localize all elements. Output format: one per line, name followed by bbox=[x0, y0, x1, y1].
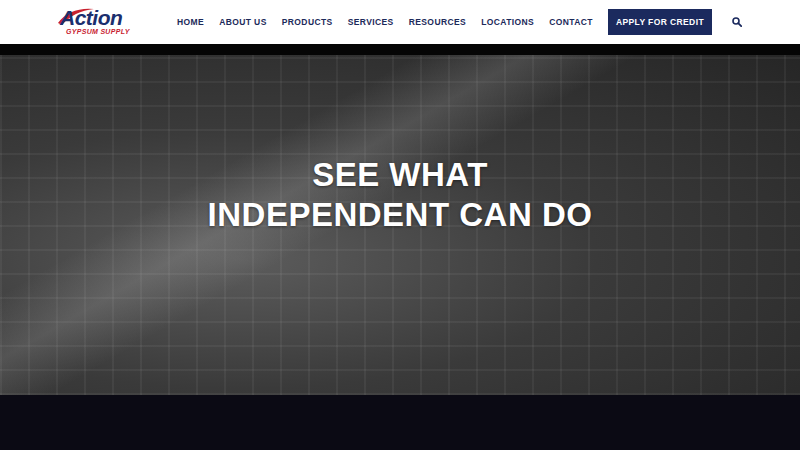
logo-name[interactable]: Action bbox=[60, 8, 122, 28]
nav-item[interactable]: SERVICES bbox=[348, 17, 394, 27]
hero-headline: SEE WHATINDEPENDENT CAN DO bbox=[208, 155, 593, 235]
nav-item[interactable]: PRODUCTS bbox=[282, 17, 333, 27]
headline-line: INDEPENDENT CAN DO bbox=[208, 195, 593, 235]
nav-item[interactable]: ABOUT US bbox=[219, 17, 267, 27]
search-icon[interactable] bbox=[732, 17, 742, 27]
apply-credit-button[interactable]: APPLY FOR CREDIT bbox=[608, 9, 712, 35]
site-header: ActionGYPSUM SUPPLY HOME ABOUT US PRODUCTS… bbox=[0, 0, 800, 44]
hero-video: SEE WHATINDEPENDENT CAN DO bbox=[0, 55, 800, 395]
logo-tagline[interactable]: GYPSUM SUPPLY bbox=[66, 28, 130, 36]
main-nav: HOME ABOUT US PRODUCTS SERVICES RESOURCES LOC… bbox=[177, 9, 742, 35]
nav-item[interactable]: LOCATIONS bbox=[481, 17, 534, 27]
logo[interactable]: ActionGYPSUM SUPPLY bbox=[60, 8, 140, 36]
nav-item[interactable]: RESOURCES bbox=[409, 17, 466, 27]
nav-item[interactable]: CONTACT bbox=[549, 17, 593, 27]
headline-line: SEE WHAT bbox=[208, 155, 593, 195]
nav-item[interactable]: HOME bbox=[177, 17, 204, 27]
